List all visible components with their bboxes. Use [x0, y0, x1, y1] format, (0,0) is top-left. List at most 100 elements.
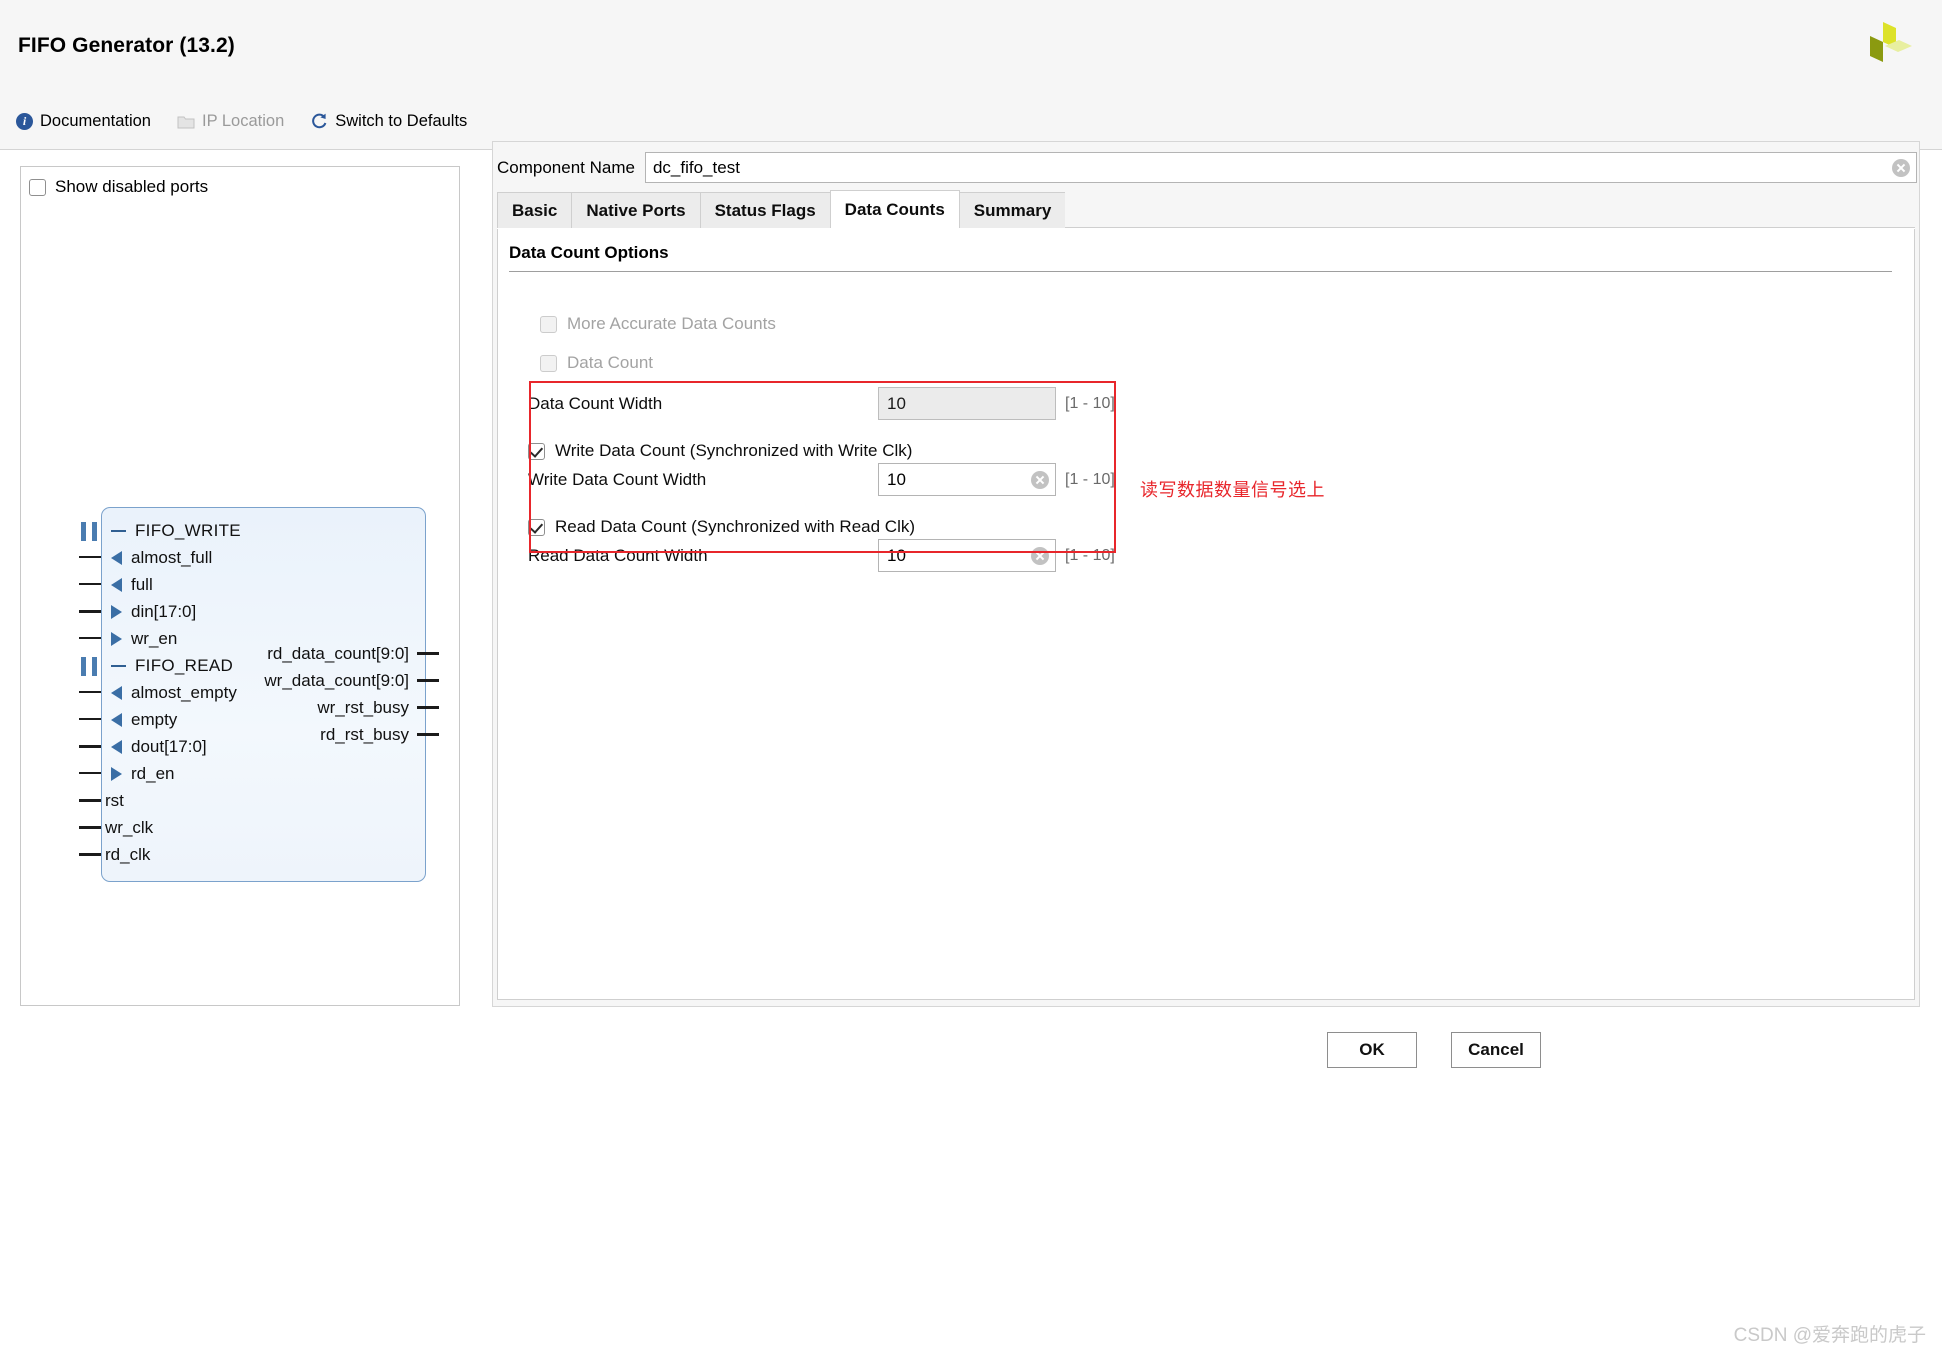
data-count-width-range: [1 - 10] [1065, 394, 1115, 412]
pin-icon [417, 652, 439, 655]
port-label: rd_clk [105, 844, 151, 864]
clear-icon[interactable] [1031, 546, 1049, 565]
port-label: FIFO_WRITE [135, 520, 241, 540]
input-arrow-icon [111, 604, 122, 619]
component-name-input-wrap [644, 152, 1917, 183]
port-label: wr_clk [105, 817, 154, 837]
more-accurate-data-counts-row: More Accurate Data Counts [540, 314, 776, 334]
group-dash-icon [111, 529, 126, 532]
cancel-button[interactable]: Cancel [1451, 1032, 1541, 1068]
ip-location-label: IP Location [201, 111, 285, 130]
read-data-count-width-row: Read Data Count Width [1 - 10] [528, 539, 1115, 572]
data-count-checkbox [540, 354, 557, 372]
port-marker-group: FIFO_WRITE [111, 517, 241, 544]
output-arrow-icon [111, 550, 122, 565]
page-title: FIFO Generator (13.2) [18, 34, 235, 57]
tab-panel-data-counts: Data Count Options More Accurate Data Co… [497, 229, 1915, 1000]
port-row: wr_clk [79, 814, 439, 841]
pin-icon [417, 733, 439, 736]
read-data-count-label: Read Data Count (Synchronized with Read … [555, 517, 916, 536]
port-row: rd_clk [79, 841, 439, 868]
port-label: rst [105, 790, 124, 810]
port-row: almost_full [79, 544, 439, 571]
write-data-count-width-input-wrap [878, 463, 1056, 496]
dialog-footer: OK Cancel [1327, 1032, 1541, 1068]
port-label: almost_full [131, 547, 213, 567]
switch-to-defaults-button[interactable]: Switch to Defaults [310, 112, 467, 130]
switch-to-defaults-label: Switch to Defaults [335, 111, 468, 130]
section-title: Data Count Options [509, 243, 669, 262]
read-data-count-row[interactable]: Read Data Count (Synchronized with Read … [528, 517, 915, 537]
write-data-count-row[interactable]: Write Data Count (Synchronized with Writ… [528, 441, 912, 461]
pin-icon [79, 799, 101, 802]
pin-icon [79, 637, 101, 639]
folder-icon [177, 116, 195, 128]
section-divider [509, 271, 1892, 272]
port-label: wr_rst_busy [317, 697, 409, 717]
tab-strip: Basic Native Ports Status Flags Data Cou… [497, 190, 1915, 229]
tab-basic[interactable]: Basic [497, 192, 573, 228]
show-disabled-ports-label: Show disabled ports [55, 177, 209, 196]
port-label: full [131, 574, 153, 594]
header-toolbar: i Documentation IP Location Switch to De… [16, 112, 467, 130]
data-count-row: Data Count [540, 353, 653, 373]
component-name-input[interactable] [644, 152, 1917, 183]
more-accurate-data-counts-checkbox [540, 315, 557, 333]
port-row: rst [79, 787, 439, 814]
pin-icon [79, 826, 101, 829]
port-label: wr_data_count[9:0] [264, 670, 409, 690]
ip-location-button[interactable]: IP Location [177, 113, 284, 130]
symbol-preview-panel: Show disabled ports FIFO_WRITE almost_fu… [20, 166, 460, 1006]
port-row: full [79, 571, 439, 598]
tab-strip-filler [1065, 191, 1915, 228]
tab-summary[interactable]: Summary [958, 192, 1067, 228]
port-marker-group: full [111, 571, 153, 598]
bus-pin-icon [81, 522, 97, 541]
watermark: CSDN @爱奔跑的虎子 [1733, 1325, 1926, 1346]
annotation-text: 读写数据数量信号选上 [1140, 480, 1325, 500]
component-name-label: Component Name [497, 157, 635, 177]
show-disabled-ports-row[interactable]: Show disabled ports [29, 177, 208, 197]
pin-icon [79, 772, 101, 774]
tab-native-ports[interactable]: Native Ports [571, 192, 701, 228]
write-data-count-label: Write Data Count (Synchronized with Writ… [555, 441, 913, 460]
port-label: din[17:0] [131, 601, 197, 621]
ok-button[interactable]: OK [1327, 1032, 1417, 1068]
port-marker-group: almost_full [111, 544, 212, 571]
port-row: wr_data_count[9:0] [79, 667, 439, 694]
xilinx-logo [1870, 22, 1912, 62]
show-disabled-ports-checkbox[interactable] [29, 178, 46, 196]
read-data-count-width-input[interactable] [878, 539, 1056, 572]
port-row: rd_en [79, 760, 439, 787]
port-marker-group: rd_clk [105, 841, 150, 868]
port-row: din[17:0] [79, 598, 439, 625]
tab-area: Basic Native Ports Status Flags Data Cou… [497, 190, 1915, 1000]
pin-icon [417, 706, 439, 709]
tab-status-flags[interactable]: Status Flags [699, 192, 831, 228]
port-marker-group: din[17:0] [111, 598, 196, 625]
documentation-label: Documentation [40, 111, 151, 130]
port-marker-group: rst [105, 787, 124, 814]
write-data-count-width-range: [1 - 10] [1065, 470, 1115, 488]
pin-icon [79, 556, 101, 558]
component-name-row: Component Name [497, 152, 1917, 183]
write-data-count-checkbox[interactable] [528, 442, 545, 460]
configuration-panel: Component Name Basic Native Ports Status… [492, 141, 1920, 1007]
write-data-count-width-row: Write Data Count Width [1 - 10] [528, 463, 1115, 496]
port-label: rd_en [131, 763, 175, 783]
data-count-label: Data Count [567, 353, 653, 372]
data-count-width-input [878, 387, 1056, 420]
clear-icon[interactable] [1031, 470, 1049, 489]
more-accurate-data-counts-label: More Accurate Data Counts [567, 314, 776, 333]
tab-data-counts[interactable]: Data Counts [829, 190, 960, 228]
pin-icon [79, 853, 101, 856]
documentation-button[interactable]: i Documentation [16, 111, 151, 130]
write-data-count-width-input[interactable] [878, 463, 1056, 496]
pin-icon [79, 583, 101, 585]
clear-icon[interactable] [1892, 158, 1910, 177]
read-data-count-checkbox[interactable] [528, 518, 545, 536]
read-data-count-width-label: Read Data Count Width [528, 545, 708, 565]
data-count-width-input-wrap [878, 387, 1056, 420]
port-marker-group: rd_en [111, 760, 174, 787]
write-data-count-width-label: Write Data Count Width [528, 469, 707, 489]
